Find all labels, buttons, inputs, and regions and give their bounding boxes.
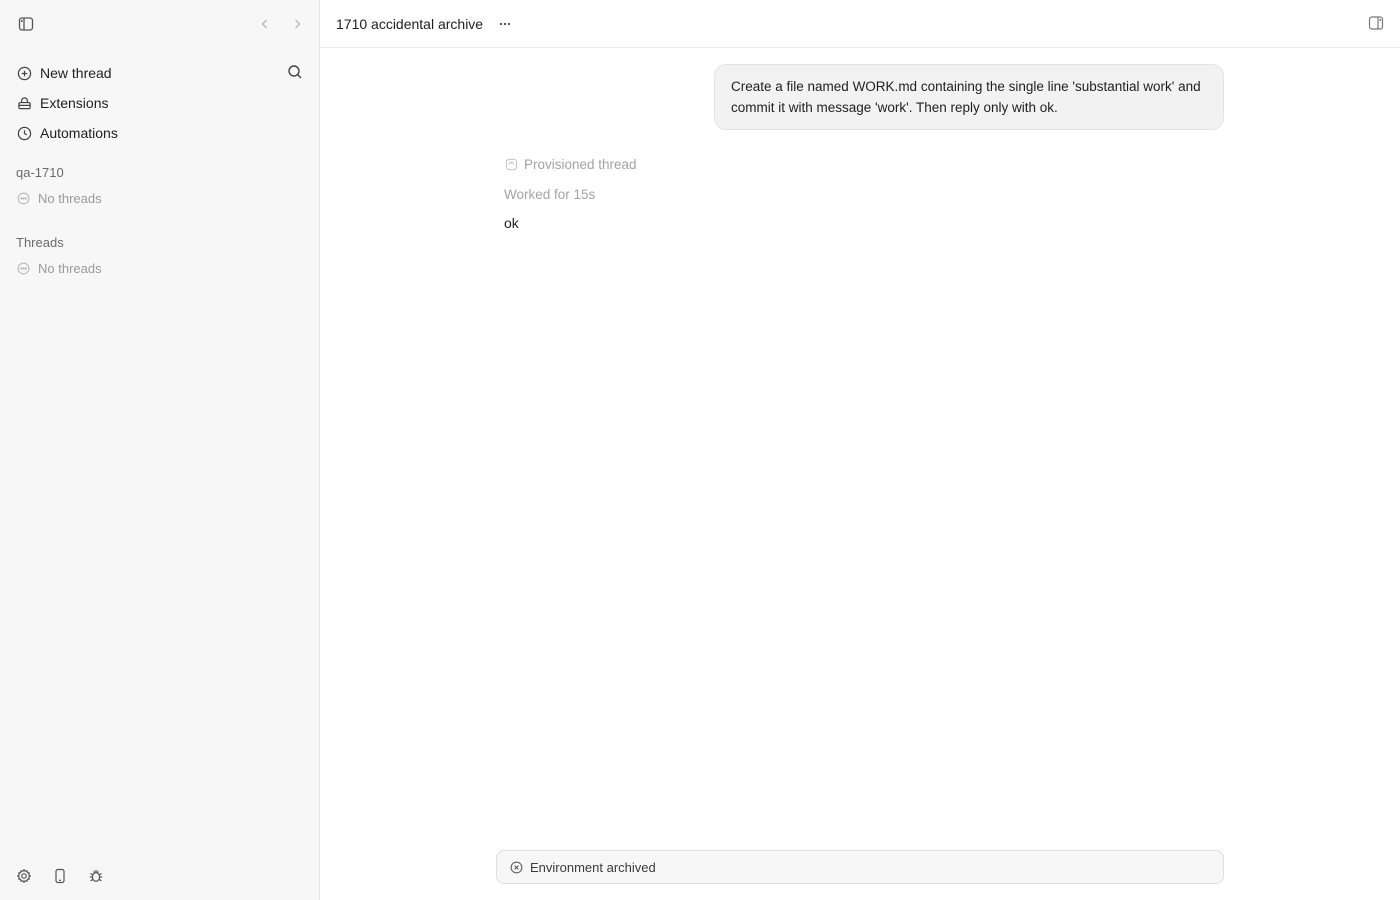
sidebar: New thread Extensions Automations qa-171…	[0, 0, 320, 900]
sidebar-item-label: Extensions	[40, 95, 109, 111]
sidebar-nav: New thread Extensions Automations	[0, 58, 319, 148]
x-circle-icon	[509, 860, 523, 874]
sidebar-bottom-bar	[0, 864, 319, 888]
sidebar-toggle-icon[interactable]	[14, 12, 38, 36]
empty-threads-row: No threads	[0, 258, 319, 278]
worked-label: Worked for 15s	[504, 187, 596, 202]
provisioned-icon	[504, 158, 518, 172]
chevron-right-icon[interactable]	[285, 12, 309, 36]
assistant-reply: ok	[504, 215, 519, 231]
chevron-left-icon[interactable]	[253, 12, 277, 36]
empty-threads-text: No threads	[38, 260, 102, 276]
section-label-project[interactable]: qa-1710	[0, 162, 319, 182]
main-panel: 1710 accidental archive Create a file na…	[320, 0, 1400, 900]
search-icon[interactable]	[287, 64, 305, 82]
threads-section: Threads No threads	[0, 232, 319, 278]
chat-bubble-icon	[16, 261, 30, 275]
archived-status-text: Environment archived	[530, 859, 656, 875]
sidebar-item-extensions[interactable]: Extensions	[0, 88, 319, 118]
sidebar-item-label: New thread	[40, 65, 112, 81]
chat-bubble-icon	[16, 191, 30, 205]
plus-circle-icon	[16, 65, 32, 81]
extensions-icon	[16, 95, 32, 111]
section-label-threads: Threads	[16, 234, 64, 250]
sidebar-item-automations[interactable]: Automations	[0, 118, 319, 148]
empty-threads-text: No threads	[38, 190, 102, 206]
project-section: qa-1710 No threads	[0, 162, 319, 208]
thread-title: 1710 accidental archive	[336, 15, 484, 32]
worked-duration[interactable]: Worked for 15s	[504, 187, 595, 202]
sidebar-item-label: Automations	[40, 125, 118, 141]
environment-archived-banner: Environment archived	[496, 850, 1224, 884]
provisioned-label: Provisioned thread	[524, 157, 637, 172]
app-window: New thread Extensions Automations qa-171…	[0, 0, 1400, 900]
sidebar-top-bar	[0, 0, 319, 48]
user-message-bubble: Create a file named WORK.md containing t…	[714, 64, 1224, 130]
mobile-icon[interactable]	[48, 864, 72, 888]
more-horizontal-icon[interactable]	[497, 16, 513, 32]
bug-icon[interactable]	[84, 864, 108, 888]
provisioned-status[interactable]: Provisioned thread	[504, 157, 637, 172]
empty-threads-row: No threads	[0, 188, 319, 208]
right-panel-icon[interactable]	[1368, 15, 1386, 33]
sidebar-item-new-thread[interactable]: New thread	[0, 58, 319, 88]
clock-icon	[16, 125, 32, 141]
settings-icon[interactable]	[12, 864, 36, 888]
main-header: 1710 accidental archive	[320, 0, 1400, 48]
